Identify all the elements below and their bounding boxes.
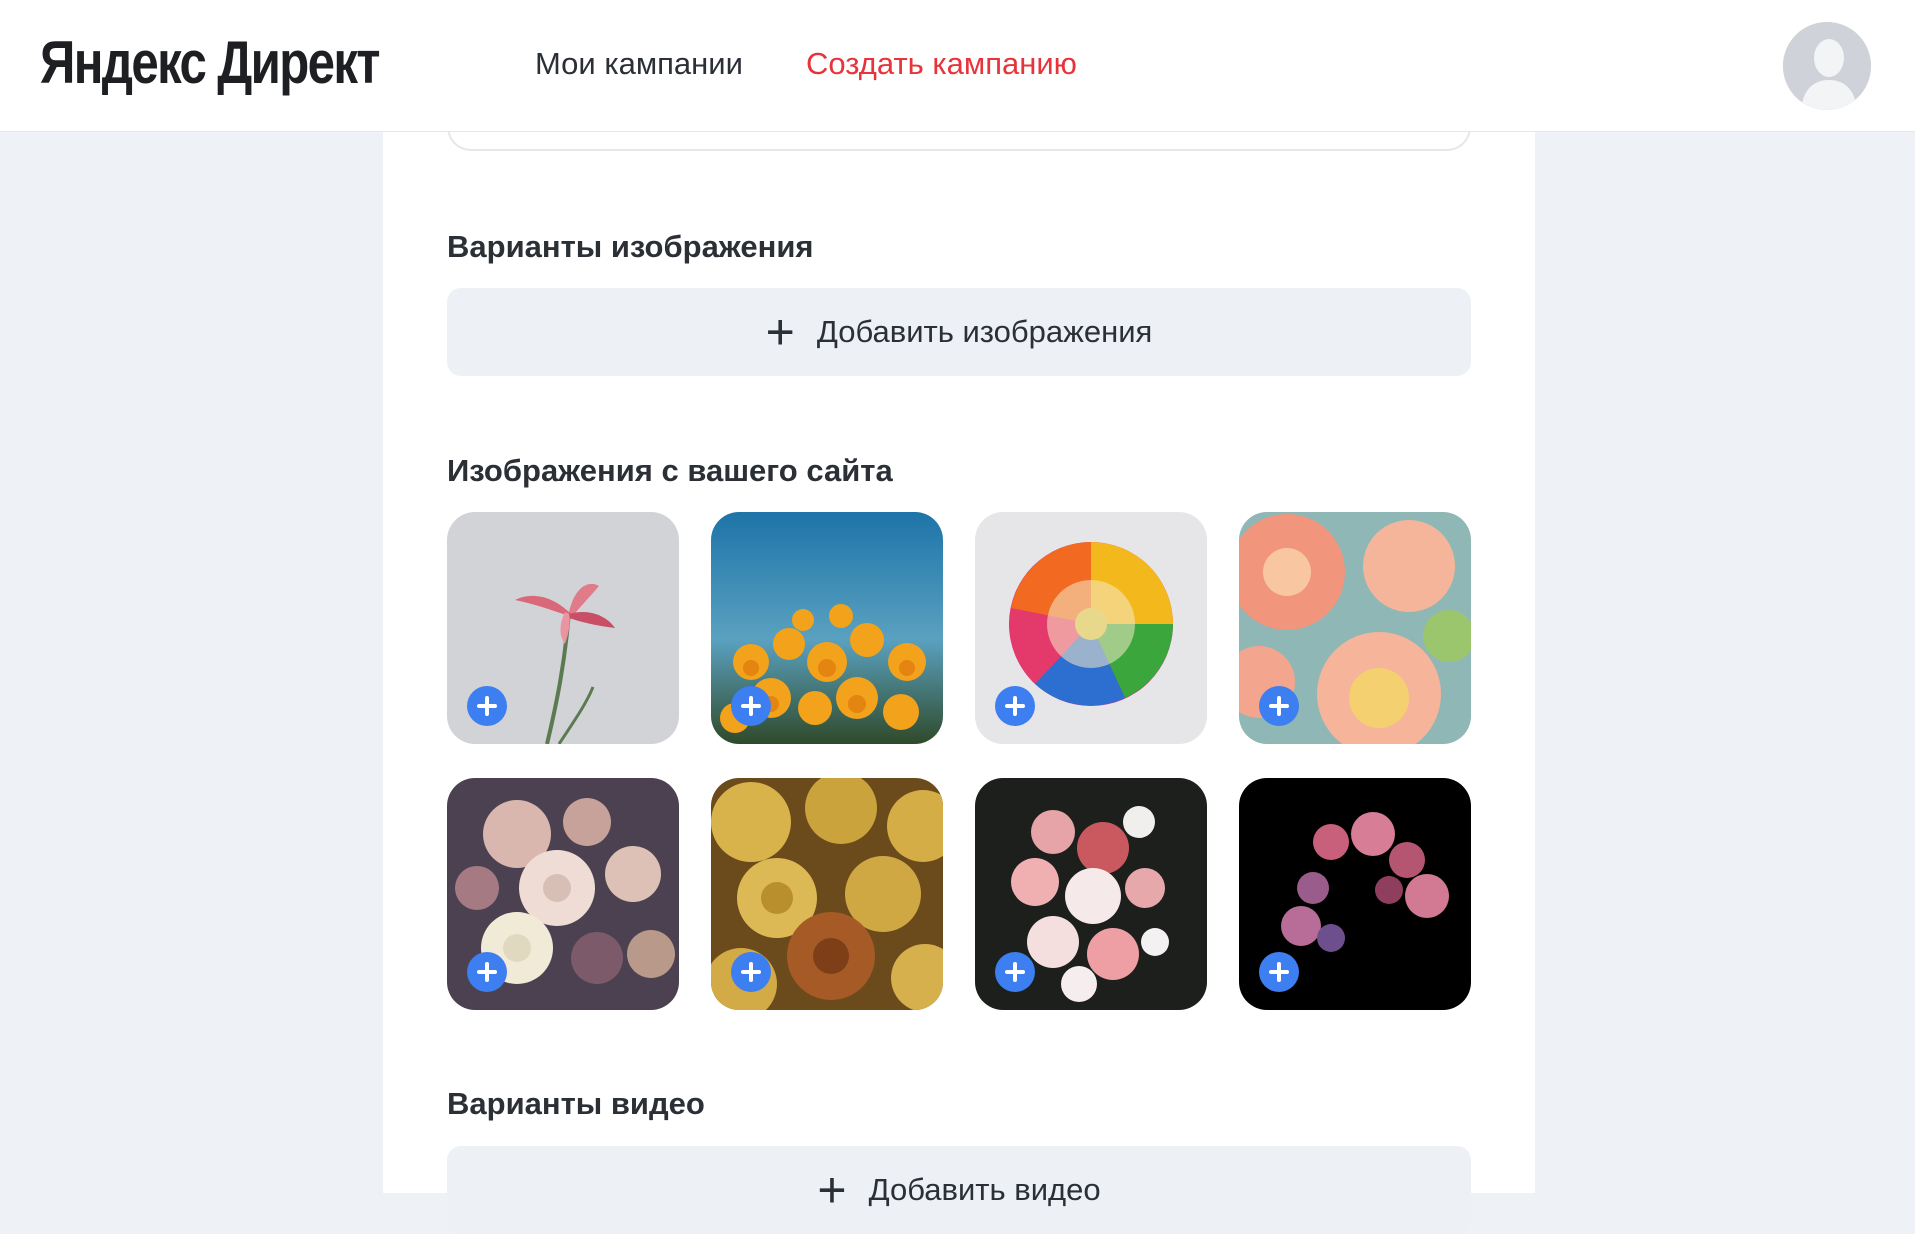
add-video-button[interactable]: + Добавить видео: [447, 1146, 1471, 1234]
add-images-label: Добавить изображения: [816, 314, 1153, 349]
add-video-label: Добавить видео: [868, 1172, 1101, 1207]
add-image-3-button[interactable]: [995, 686, 1035, 726]
video-variants-title: Варианты видео: [447, 1086, 705, 1121]
add-image-4-button[interactable]: [1259, 686, 1299, 726]
site-images-grid: [447, 512, 1471, 1010]
yandex-direct-logo[interactable]: Яндекс Директ: [40, 28, 380, 97]
site-image-4[interactable]: [1239, 512, 1471, 744]
add-image-8-button[interactable]: [1259, 952, 1299, 992]
user-silhouette-icon: [1783, 22, 1871, 110]
site-image-6[interactable]: [711, 778, 943, 1010]
add-image-2-button[interactable]: [731, 686, 771, 726]
site-image-3[interactable]: [975, 512, 1207, 744]
site-image-2[interactable]: [711, 512, 943, 744]
add-image-7-button[interactable]: [995, 952, 1035, 992]
nav-create-campaign[interactable]: Создать кампанию: [806, 46, 1077, 82]
add-image-6-button[interactable]: [731, 952, 771, 992]
site-image-7[interactable]: [975, 778, 1207, 1010]
site-images-title: Изображения с вашего сайта: [447, 453, 893, 488]
site-image-5[interactable]: [447, 778, 679, 1010]
top-header: Яндекс Директ Мои кампании Создать кампа…: [0, 0, 1915, 131]
plus-icon: +: [817, 1162, 847, 1218]
user-avatar[interactable]: [1783, 22, 1871, 110]
site-image-8[interactable]: [1239, 778, 1471, 1010]
add-images-button[interactable]: + Добавить изображения: [447, 288, 1471, 376]
add-image-1-button[interactable]: [467, 686, 507, 726]
plus-icon: +: [765, 304, 795, 360]
image-variants-title: Варианты изображения: [447, 229, 814, 264]
main-content-panel: Варианты изображения + Добавить изображе…: [383, 111, 1535, 1234]
add-image-5-button[interactable]: [467, 952, 507, 992]
site-image-1[interactable]: [447, 512, 679, 744]
nav-my-campaigns[interactable]: Мои кампании: [535, 46, 743, 82]
